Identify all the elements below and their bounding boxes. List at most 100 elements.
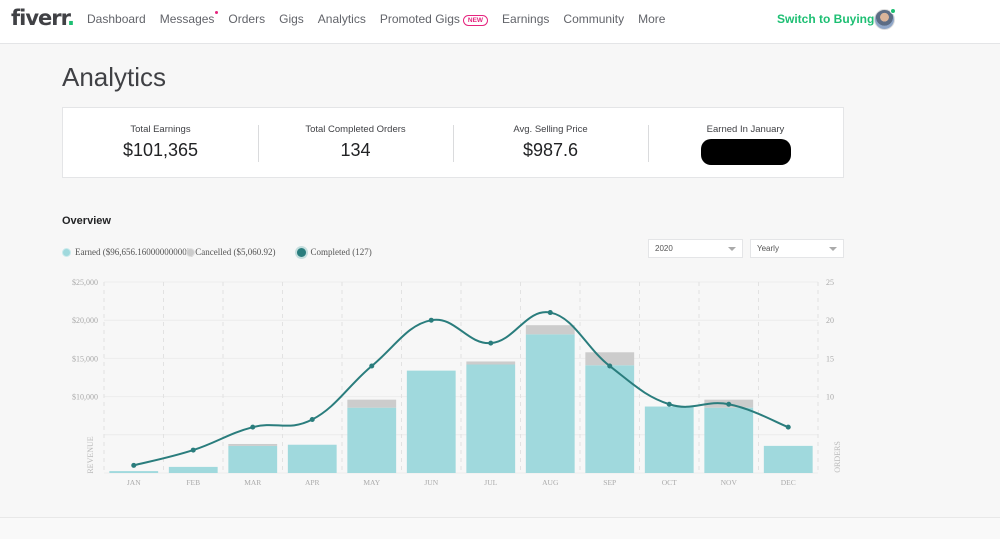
orders-point	[607, 363, 613, 369]
logo-dot: .	[67, 6, 75, 30]
orders-point	[131, 462, 137, 468]
bar-earned	[585, 365, 635, 473]
year-select[interactable]: 2020	[648, 239, 743, 258]
y2-axis-title: ORDERS	[833, 441, 842, 473]
stat-value: 134	[340, 140, 371, 160]
orders-point	[369, 363, 375, 369]
nav-label: Gigs	[279, 12, 304, 26]
bar-earned	[168, 466, 218, 473]
nav-label: Orders	[228, 12, 266, 26]
nav-label: Dashboard	[87, 12, 146, 26]
x-tick-label: NOV	[721, 478, 738, 487]
nav-label: More	[638, 12, 666, 26]
legend-label: Completed	[310, 247, 350, 257]
stat-value: $101,365	[122, 140, 199, 160]
switch-to-buying-link[interactable]: Switch to Buying	[777, 12, 874, 26]
stat-label: Total Completed Orders	[305, 124, 406, 135]
main-nav: Dashboard Messages Orders Gigs Analytics…	[87, 11, 679, 26]
bar-cancelled	[525, 325, 575, 335]
legend-completed[interactable]: Completed (127)	[297, 247, 372, 257]
orders-point	[428, 317, 434, 323]
orders-point	[785, 424, 791, 430]
x-tick-label: MAY	[363, 478, 380, 487]
cancelled-dot-icon	[186, 247, 196, 257]
x-tick-label: AUG	[542, 478, 559, 487]
stat-total-completed-orders: Total Completed Orders 134	[258, 108, 453, 177]
online-status-icon	[890, 8, 896, 14]
legend-label: Cancelled	[195, 247, 232, 257]
y2-tick-label: 20	[826, 316, 834, 325]
user-avatar[interactable]	[874, 8, 896, 30]
x-tick-label: MAR	[244, 478, 261, 487]
x-tick-label: JAN	[127, 478, 141, 487]
bar-earned	[109, 471, 159, 473]
footer	[0, 518, 1000, 539]
bar-earned	[644, 406, 694, 473]
x-tick-label: OCT	[662, 478, 677, 487]
y2-tick-label: 10	[826, 393, 834, 402]
y2-tick-label: 25	[826, 278, 834, 287]
orders-point	[666, 401, 672, 407]
bar-earned	[466, 364, 516, 473]
stat-label: Earned In January	[706, 124, 785, 135]
bar-earned	[347, 407, 397, 473]
notification-dot-icon	[215, 11, 219, 14]
nav-messages[interactable]: Messages	[159, 11, 219, 26]
nav-label: Promoted Gigs	[379, 12, 460, 26]
y-tick-label: $10,000	[72, 393, 98, 402]
chevron-down-icon	[728, 247, 736, 251]
overview-title: Overview	[62, 215, 111, 227]
stat-value: $987.6	[522, 140, 579, 160]
nav-earnings[interactable]: Earnings	[502, 12, 549, 26]
bar-earned	[406, 370, 456, 473]
top-navbar: fiverr. Dashboard Messages Orders Gigs A…	[0, 0, 1000, 44]
nav-orders[interactable]: Orders	[228, 12, 265, 26]
bar-cancelled	[228, 443, 278, 446]
bar-earned	[763, 445, 813, 473]
bar-earned	[228, 445, 278, 473]
legend-value: (127)	[352, 247, 372, 257]
stat-earned-in-january: Earned In January	[648, 108, 843, 177]
nav-promoted-gigs[interactable]: Promoted Gigs NEW	[379, 12, 489, 26]
x-tick-label: JUL	[484, 478, 497, 487]
y-tick-label: $15,000	[72, 354, 98, 363]
nav-community[interactable]: Community	[563, 12, 624, 26]
stat-label: Avg. Selling Price	[513, 124, 588, 135]
period-select[interactable]: Yearly	[750, 239, 844, 258]
stat-avg-selling-price: Avg. Selling Price $987.6	[453, 108, 648, 177]
y-tick-label: $25,000	[72, 278, 98, 287]
stat-total-earnings: Total Earnings $101,365	[63, 108, 258, 177]
fiverr-logo[interactable]: fiverr.	[11, 6, 75, 30]
period-select-value: Yearly	[757, 244, 779, 253]
redacted-value	[700, 139, 791, 165]
orders-point	[726, 401, 732, 407]
nav-gigs[interactable]: Gigs	[279, 12, 304, 26]
chart-legend: Earned ($96,656.160000000002) Cancelled …	[62, 247, 384, 257]
legend-value: ($96,656.160000000002)	[102, 247, 195, 257]
legend-cancelled[interactable]: Cancelled ($5,060.92)	[186, 247, 276, 257]
y-axis-title: REVENUE	[86, 436, 95, 473]
x-tick-label: SEP	[603, 478, 616, 487]
legend-value: ($5,060.92)	[233, 247, 276, 257]
x-tick-label: JUN	[424, 478, 438, 487]
nav-analytics[interactable]: Analytics	[318, 12, 366, 26]
new-badge: NEW	[462, 15, 489, 26]
nav-more[interactable]: More	[638, 12, 665, 26]
y2-tick-label: 15	[826, 354, 834, 363]
y-tick-label: $20,000	[72, 316, 98, 325]
x-tick-label: APR	[305, 478, 320, 487]
orders-point	[250, 424, 256, 430]
orders-point	[309, 417, 315, 423]
nav-label: Messages	[159, 12, 215, 26]
earned-dot-icon	[62, 247, 71, 257]
year-select-value: 2020	[655, 244, 673, 253]
chevron-down-icon	[829, 247, 837, 251]
page-title: Analytics	[62, 62, 167, 92]
orders-point	[547, 310, 553, 316]
overview-chart: $10,000 $15,000 $20,000 $25,000 10 15 20 25 JAN F…	[72, 278, 842, 487]
stat-label: Total Earnings	[130, 124, 191, 135]
legend-earned[interactable]: Earned ($96,656.160000000002)	[62, 247, 194, 257]
orders-point	[190, 447, 196, 453]
nav-dashboard[interactable]: Dashboard	[87, 12, 146, 26]
nav-label: Community	[563, 12, 625, 26]
